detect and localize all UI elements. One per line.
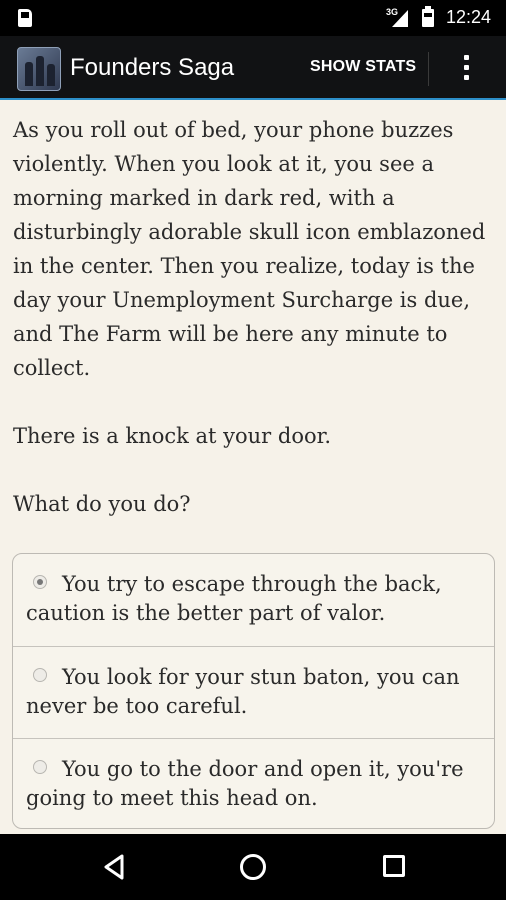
signal-icon (392, 10, 408, 27)
battery-icon (422, 6, 434, 27)
choice-list: You try to escape through the back, caut… (12, 553, 495, 829)
navigation-bar (0, 834, 506, 900)
story-paragraph: As you roll out of bed, your phone buzze… (13, 118, 486, 380)
choice-label: You go to the door and open it, you're g… (26, 757, 464, 810)
choice-option[interactable]: You try to escape through the back, caut… (13, 554, 494, 646)
sim-card-icon (18, 9, 32, 27)
back-icon[interactable] (102, 854, 126, 880)
overflow-menu-icon[interactable] (460, 52, 472, 86)
show-stats-button[interactable]: SHOW STATS (310, 58, 416, 76)
choice-option[interactable]: You look for your stun baton, you can ne… (13, 646, 494, 738)
action-bar: Founders Saga SHOW STATS (0, 36, 506, 100)
story-paragraph: There is a knock at your door. (13, 424, 332, 448)
app-title: Founders Saga (70, 54, 235, 81)
story-question: What do you do? (13, 492, 191, 516)
clock: 12:24 (446, 7, 492, 27)
choice-label: You look for your stun baton, you can ne… (26, 665, 460, 718)
status-bar: 3G 12:24 (0, 0, 506, 36)
story-text: As you roll out of bed, your phone buzze… (13, 113, 497, 521)
home-icon[interactable] (240, 854, 266, 880)
app-icon[interactable] (17, 47, 61, 91)
action-divider (428, 52, 429, 86)
choice-option[interactable]: You go to the door and open it, you're g… (13, 738, 494, 830)
recents-icon[interactable] (383, 855, 405, 877)
choice-label: You try to escape through the back, caut… (26, 572, 442, 625)
